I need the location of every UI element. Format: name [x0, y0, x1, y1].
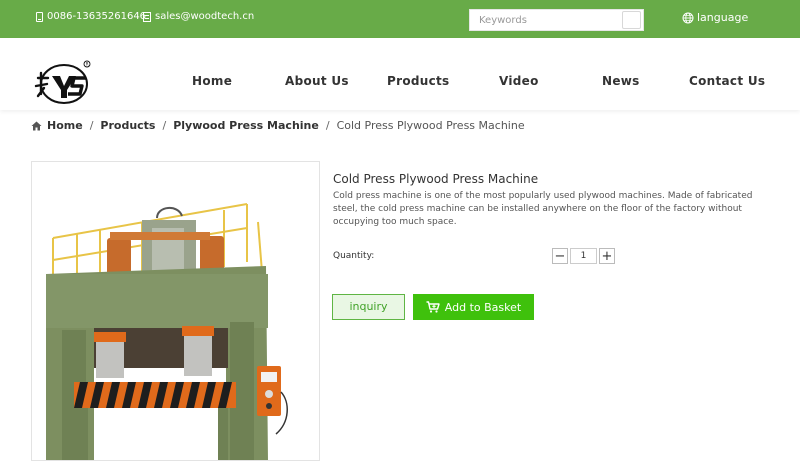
search-box: [469, 9, 644, 31]
cart-icon: [426, 301, 440, 313]
add-to-basket-button[interactable]: Add to Basket: [413, 294, 534, 320]
inquiry-button[interactable]: inquiry: [332, 294, 405, 320]
breadcrumb-home[interactable]: Home: [47, 119, 83, 132]
quantity-input[interactable]: 1: [570, 248, 597, 264]
home-icon: [31, 121, 42, 130]
email-address: sales@woodtech.cn: [155, 11, 255, 22]
phone-icon: [36, 11, 43, 22]
language-label: language: [697, 11, 749, 24]
breadcrumb-separator: /: [325, 119, 330, 132]
company-logo[interactable]: R: [34, 60, 94, 104]
quantity-stepper: − 1 +: [552, 248, 615, 264]
breadcrumb-products[interactable]: Products: [100, 119, 155, 132]
product-title: Cold Press Plywood Press Machine: [333, 172, 539, 186]
quantity-decrease-button[interactable]: −: [552, 248, 568, 264]
nav-products[interactable]: Products: [387, 74, 449, 88]
svg-text:R: R: [86, 62, 89, 67]
email-contact[interactable]: sales@woodtech.cn: [143, 11, 254, 22]
quantity-label: Quantity:: [333, 251, 375, 261]
nav-news[interactable]: News: [602, 74, 640, 88]
product-image: [46, 203, 288, 460]
top-bar: 0086-13635261646 sales@woodtech.cn langu…: [0, 0, 800, 38]
search-input[interactable]: [470, 10, 624, 30]
language-selector[interactable]: language: [682, 11, 748, 24]
globe-icon: [682, 12, 694, 23]
nav-about-us[interactable]: About Us: [285, 74, 349, 88]
quantity-increase-button[interactable]: +: [599, 248, 615, 264]
phone-contact[interactable]: 0086-13635261646: [36, 11, 146, 22]
search-button[interactable]: [622, 11, 641, 29]
email-icon: [143, 11, 151, 22]
nav-home[interactable]: Home: [192, 74, 232, 88]
product-image-frame[interactable]: [31, 161, 320, 461]
add-to-basket-label: Add to Basket: [444, 300, 522, 314]
breadcrumb-current: Cold Press Plywood Press Machine: [336, 119, 525, 132]
nav-contact-us[interactable]: Contact Us: [689, 74, 765, 88]
nav-video[interactable]: Video: [499, 74, 539, 88]
site-header: R Home About Us Products Video News Cont…: [0, 38, 800, 110]
breadcrumb-separator: /: [89, 119, 94, 132]
breadcrumb-separator: /: [162, 119, 167, 132]
breadcrumb-plywood-press-machine[interactable]: Plywood Press Machine: [173, 119, 319, 132]
product-description: Cold press machine is one of the most po…: [333, 191, 753, 227]
phone-number: 0086-13635261646: [47, 11, 147, 22]
breadcrumb: Home / Products / Plywood Press Machine …: [31, 119, 525, 132]
